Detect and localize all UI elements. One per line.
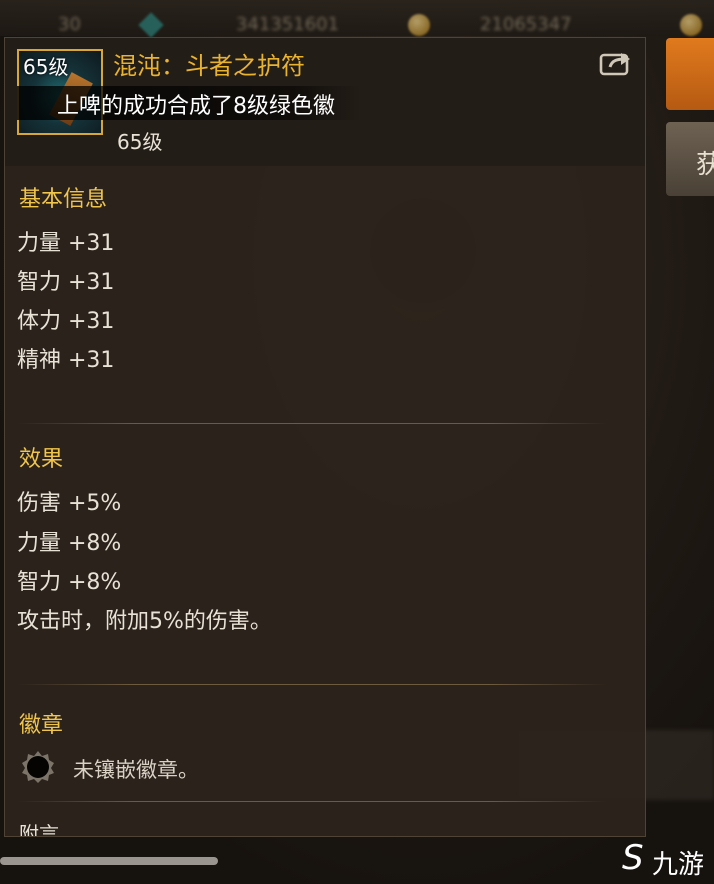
section-title-effects: 效果 [19, 447, 64, 472]
watermark-swirl-icon: S [622, 838, 644, 878]
stat-intelligence: 智力 +31 [17, 270, 115, 295]
effect-intelligence: 智力 +8% [17, 570, 122, 595]
section-title-badge: 徽章 [19, 713, 64, 738]
effect-bonus-damage: 攻击时，附加5%的伤害。 [17, 609, 272, 634]
horizontal-scrollbar[interactable] [0, 857, 218, 865]
section-divider [17, 684, 607, 685]
obtain-button-label: 获 [696, 150, 714, 180]
stat-strength: 力量 +31 [17, 231, 115, 256]
stat-stamina: 体力 +31 [17, 309, 115, 334]
section-divider [17, 801, 607, 802]
stat-spirit: 精神 +31 [17, 348, 115, 373]
currency-value-blurred: 341351601 [236, 14, 340, 35]
obtain-button[interactable]: 获 [666, 122, 714, 196]
share-export-icon[interactable] [599, 50, 633, 76]
section-divider [17, 423, 607, 424]
effect-damage: 伤害 +5% [17, 491, 122, 516]
badge-socket-icon [22, 751, 54, 783]
effect-strength: 力量 +8% [17, 531, 122, 556]
item-level: 65级 [117, 130, 163, 154]
game-screen: 30 341351601 21065347 获 65级 混沌：斗者之护符 上啤的… [0, 0, 714, 884]
item-icon-level-badge: 65级 [23, 55, 69, 79]
section-title-partial: 附言 [19, 822, 59, 837]
system-broadcast-banner: 上啤的成功合成了8级绿色徽 [17, 86, 361, 120]
section-title-basic-info: 基本信息 [19, 187, 108, 212]
site-watermark-logo: S 九游 [622, 838, 714, 880]
item-tooltip: 65级 混沌：斗者之护符 上啤的成功合成了8级绿色徽 65级 基本信息 力量 +… [4, 37, 646, 837]
item-name: 混沌：斗者之护符 [113, 52, 305, 80]
currency-value-blurred: 21065347 [480, 14, 572, 35]
currency-bar [0, 0, 714, 36]
system-broadcast-text: 上啤的成功合成了8级绿色徽 [57, 94, 335, 119]
primary-action-button[interactable] [666, 38, 714, 110]
coin-icon [680, 14, 702, 36]
currency-value-blurred: 30 [58, 14, 81, 35]
badge-empty-text: 未镶嵌徽章。 [73, 758, 199, 782]
watermark-text: 九游 [652, 850, 705, 880]
coin-icon [408, 14, 430, 36]
